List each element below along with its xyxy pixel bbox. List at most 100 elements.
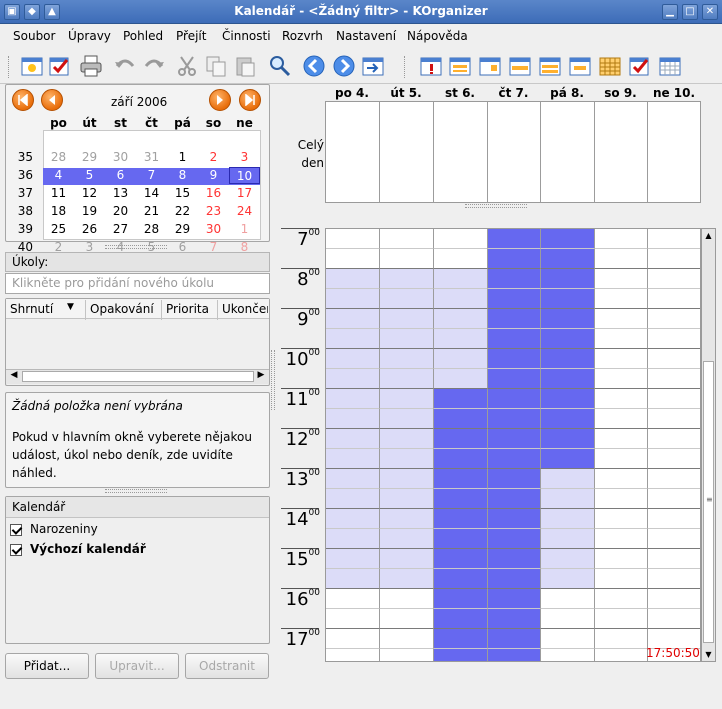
time-slot[interactable] (595, 229, 648, 249)
add-button[interactable]: Přidat... (5, 653, 89, 679)
calendar-checkbox[interactable] (10, 524, 22, 536)
time-slot[interactable] (541, 569, 595, 589)
scroll-thumb[interactable]: ≡ (703, 361, 714, 643)
day-cell[interactable]: 28 (136, 221, 167, 238)
time-slot[interactable] (326, 529, 380, 549)
scroll-up-icon[interactable]: ▲ (702, 229, 715, 242)
new-event-icon[interactable] (20, 54, 44, 78)
time-slot[interactable] (434, 569, 488, 589)
time-slot[interactable] (541, 609, 595, 629)
day-header[interactable]: ne 10. (647, 86, 701, 100)
agenda-vscrollbar[interactable]: ▲ ≡ ▼ (701, 228, 716, 662)
time-slot[interactable] (595, 309, 648, 329)
time-slot[interactable] (326, 469, 380, 489)
day-cell[interactable]: 16 (198, 185, 229, 202)
day-cell[interactable]: 26 (74, 221, 105, 238)
time-slot[interactable] (648, 569, 700, 589)
search-icon[interactable] (268, 54, 292, 78)
day-cell[interactable]: 10 (229, 167, 260, 184)
day-cell[interactable]: 30 (198, 221, 229, 238)
time-slot[interactable] (434, 429, 488, 449)
menu-napoveda[interactable]: Nápověda (407, 29, 468, 43)
time-slot[interactable] (380, 569, 434, 589)
time-slot[interactable] (380, 249, 434, 269)
time-slot[interactable] (434, 589, 488, 609)
time-slot[interactable] (595, 429, 648, 449)
time-slot[interactable] (434, 489, 488, 509)
time-slot[interactable] (648, 529, 700, 549)
day-cell[interactable]: 25 (43, 221, 74, 238)
time-slot[interactable] (434, 249, 488, 269)
time-slot[interactable] (541, 349, 595, 369)
todo-view-icon[interactable] (628, 54, 652, 78)
day-cell[interactable]: 15 (167, 185, 198, 202)
time-slot[interactable] (648, 509, 700, 529)
time-slot[interactable] (648, 369, 700, 389)
time-slot[interactable] (434, 449, 488, 469)
time-slot[interactable] (326, 389, 380, 409)
day-cell[interactable]: 3 (229, 149, 260, 166)
menu-nastaveni[interactable]: Nastavení (336, 29, 396, 43)
calendar-name[interactable]: Výchozí kalendář (30, 542, 146, 556)
time-slot[interactable] (434, 329, 488, 349)
time-slot[interactable] (648, 269, 700, 289)
time-slot[interactable] (541, 409, 595, 429)
time-slot[interactable] (595, 449, 648, 469)
time-slot[interactable] (326, 589, 380, 609)
time-slot[interactable] (326, 349, 380, 369)
time-slot[interactable] (595, 629, 648, 649)
time-slot[interactable] (595, 509, 648, 529)
time-slot[interactable] (434, 509, 488, 529)
time-slot[interactable] (541, 229, 595, 249)
day-header[interactable]: čt 7. (487, 86, 540, 100)
time-slot[interactable] (380, 329, 434, 349)
main-splitter[interactable] (271, 350, 275, 410)
time-slot[interactable] (326, 409, 380, 429)
time-slot[interactable] (488, 549, 541, 569)
month-view-icon[interactable] (598, 54, 622, 78)
time-slot[interactable] (648, 409, 700, 429)
time-slot[interactable] (488, 409, 541, 429)
time-slot[interactable] (326, 289, 380, 309)
time-slot[interactable] (488, 329, 541, 349)
time-slot[interactable] (380, 609, 434, 629)
time-slot[interactable] (380, 269, 434, 289)
scroll-right-icon[interactable]: ▶ (255, 370, 267, 383)
allday-area[interactable] (325, 101, 701, 203)
day-cell[interactable]: 23 (198, 203, 229, 220)
time-slot[interactable] (488, 489, 541, 509)
day-cell[interactable]: 17 (229, 185, 260, 202)
week-number[interactable]: 36 (9, 168, 33, 182)
time-slot[interactable] (326, 269, 380, 289)
time-slot[interactable] (488, 589, 541, 609)
time-slot[interactable] (488, 389, 541, 409)
quick-todo-input[interactable]: Klikněte pro přidání nového úkolu (5, 273, 270, 294)
day-header[interactable]: út 5. (379, 86, 433, 100)
day-cell[interactable]: 6 (105, 167, 136, 184)
copy-icon[interactable] (204, 54, 228, 78)
day-cell[interactable]: 5 (74, 167, 105, 184)
time-slot[interactable] (648, 389, 700, 409)
splitter-handle[interactable] (465, 204, 527, 208)
time-slot[interactable] (488, 569, 541, 589)
time-slot[interactable] (595, 589, 648, 609)
day-cell[interactable]: 28 (43, 149, 74, 166)
week-number[interactable]: 37 (9, 186, 33, 200)
time-slot[interactable] (380, 589, 434, 609)
maximize-icon[interactable]: □ (682, 4, 698, 20)
time-slot[interactable] (541, 449, 595, 469)
time-slot[interactable] (380, 229, 434, 249)
time-slot[interactable] (488, 449, 541, 469)
cut-icon[interactable] (175, 54, 199, 78)
time-slot[interactable] (541, 529, 595, 549)
time-slot[interactable] (488, 249, 541, 269)
time-slot[interactable] (434, 649, 488, 661)
close-icon[interactable]: ✕ (702, 4, 718, 20)
paste-icon[interactable] (233, 54, 257, 78)
time-slot[interactable] (434, 529, 488, 549)
time-slot[interactable] (595, 389, 648, 409)
splitter-handle[interactable] (105, 245, 167, 249)
time-slot[interactable] (326, 569, 380, 589)
splitter-handle[interactable] (105, 489, 167, 493)
time-slot[interactable] (434, 229, 488, 249)
